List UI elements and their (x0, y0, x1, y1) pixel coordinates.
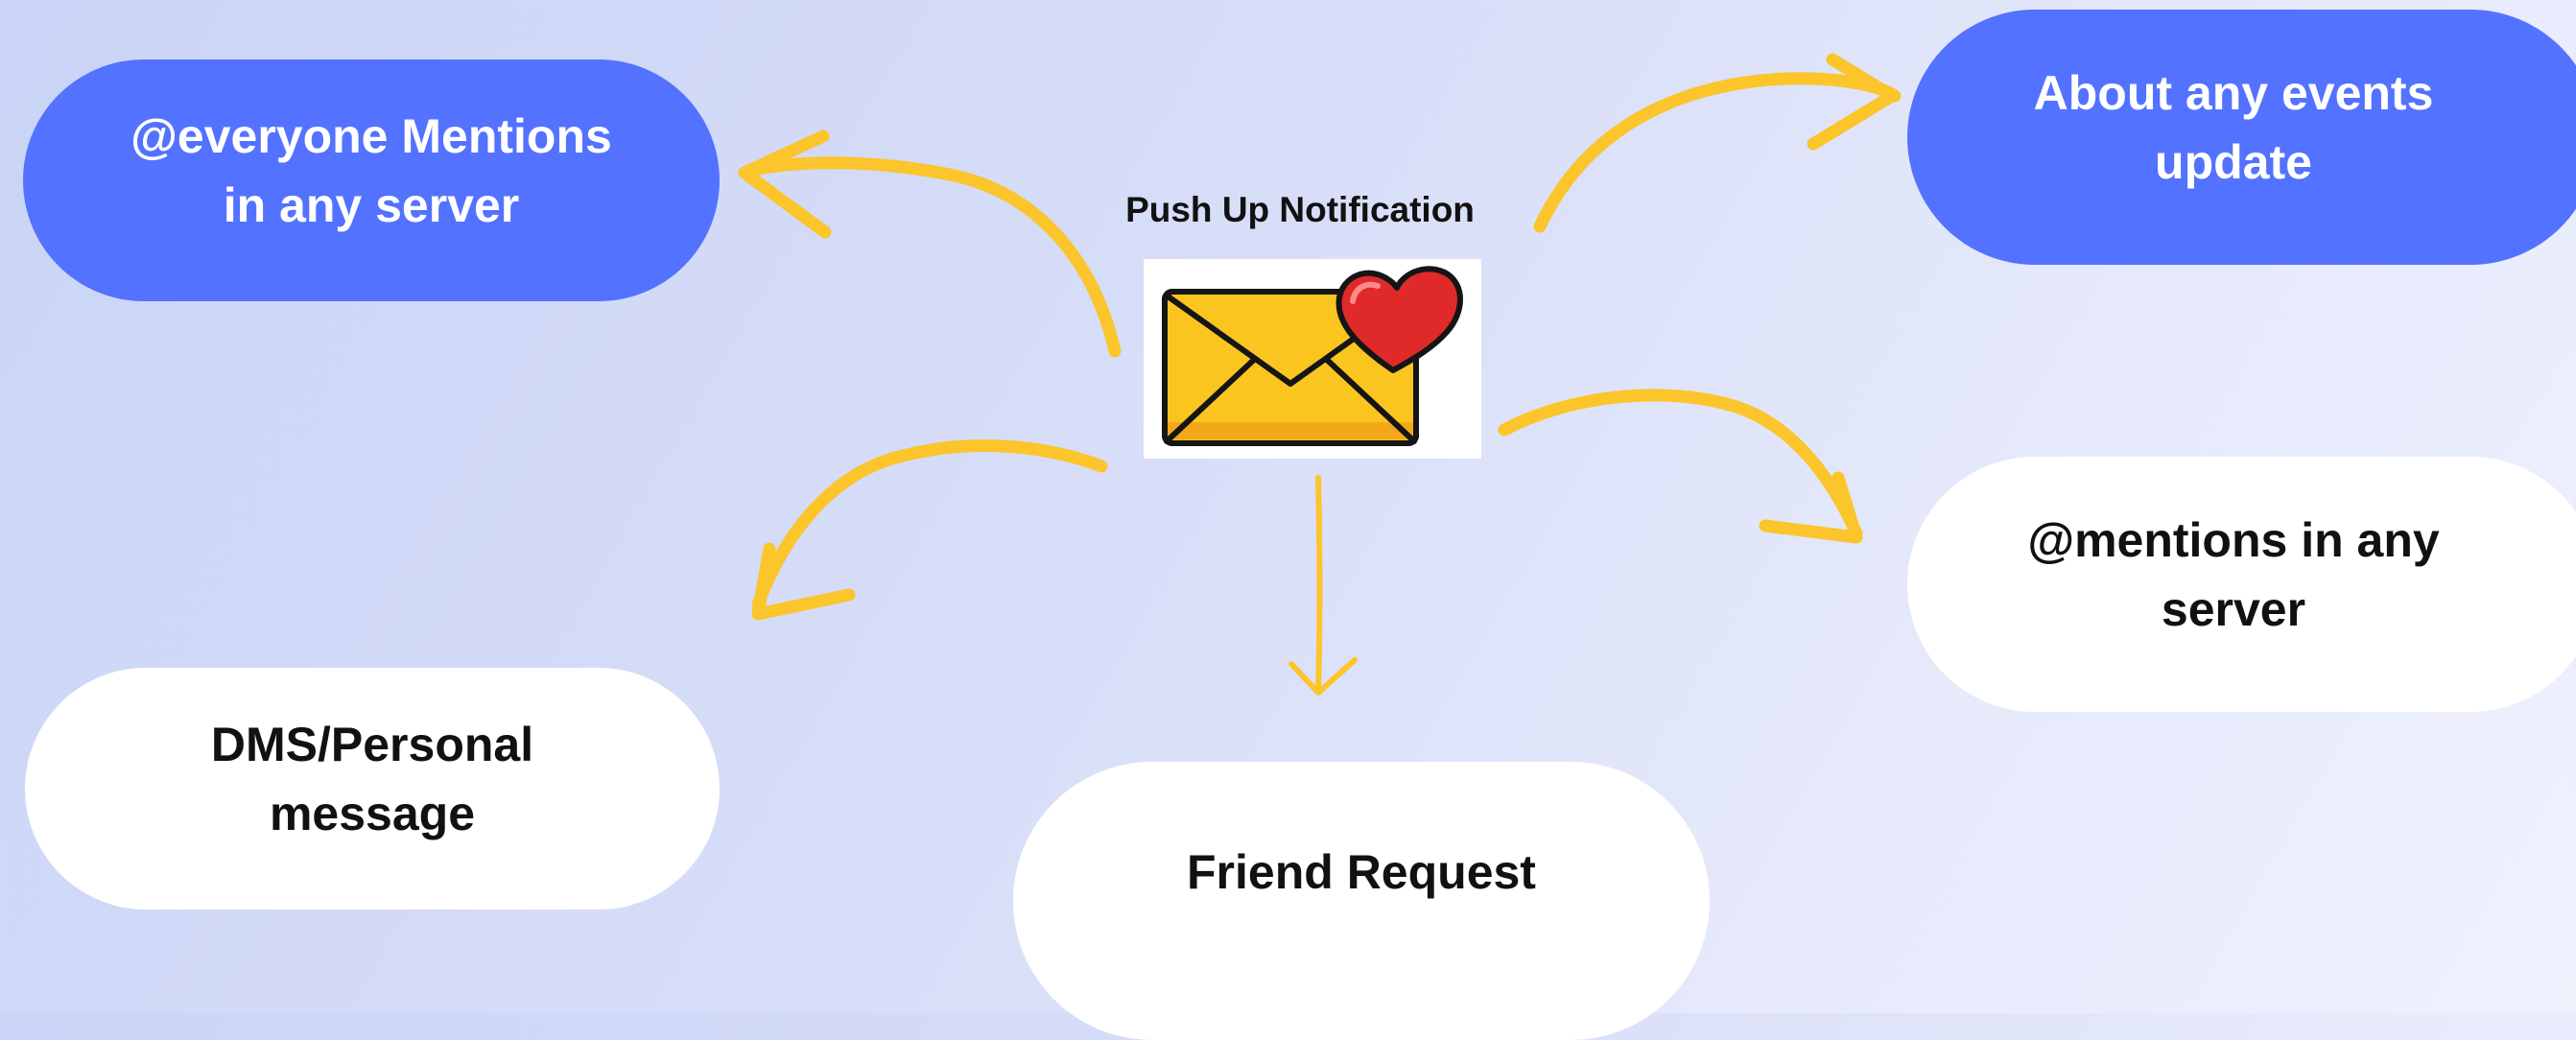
arrowhead-to-friend (1288, 657, 1358, 696)
node-dms-line1: DMS/Personal (210, 718, 534, 771)
node-friend-request: Friend Request (1013, 762, 1710, 1040)
node-events-update: About any events update (1907, 10, 2576, 265)
node-everyone-line1: @everyone Mentions (130, 109, 612, 163)
arrow-to-events (1533, 72, 1902, 233)
arrow-to-mentions (1498, 389, 1863, 540)
arrowhead-to-everyone (738, 130, 832, 239)
node-events-line1: About any events (2033, 66, 2434, 120)
arrow-to-dms (751, 439, 1108, 611)
node-everyone-mentions: @everyone Mentions in any server (23, 59, 720, 301)
node-mentions-line2: server (2161, 582, 2306, 636)
node-events-line2: update (2155, 135, 2312, 189)
arrowhead-to-mentions (1759, 471, 1863, 544)
node-mentions-line1: @mentions in any (2027, 513, 2440, 567)
node-everyone-line2: in any server (223, 178, 520, 232)
arrow-to-friend (1315, 475, 1323, 694)
center-title: Push Up Notification (1125, 190, 1475, 229)
node-friend-line1: Friend Request (1187, 845, 1536, 899)
node-dms-personal-message: DMS/Personal message (25, 668, 720, 910)
node-dms-line2: message (269, 787, 476, 840)
node-mentions: @mentions in any server (1907, 457, 2576, 712)
arrowhead-to-events (1807, 53, 1899, 151)
arrow-to-everyone (742, 156, 1122, 358)
envelope-heart-icon (1144, 259, 1481, 459)
notification-diagram: @everyone Mentions in any server About a… (0, 0, 2576, 1040)
